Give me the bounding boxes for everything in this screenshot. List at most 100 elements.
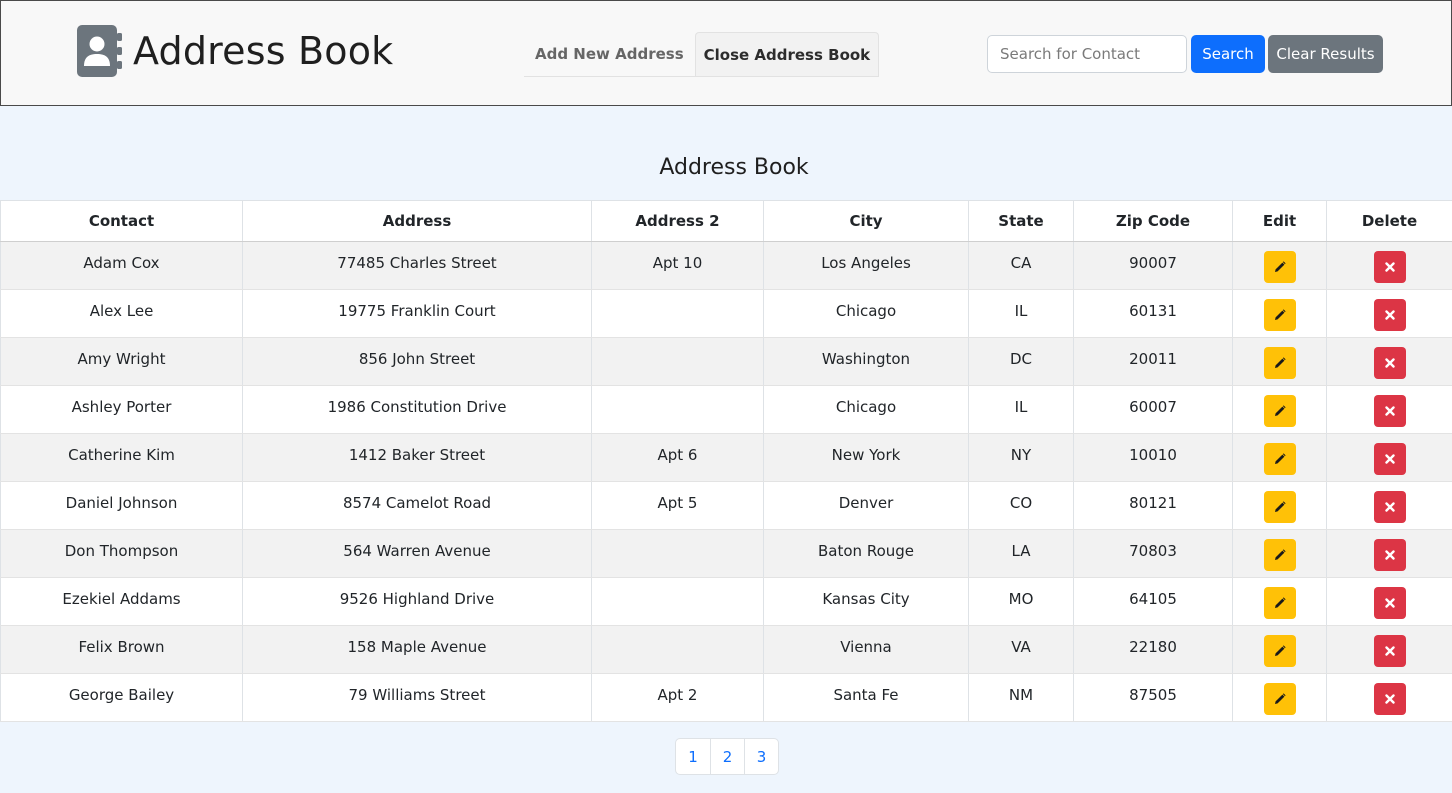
table-body: Adam Cox 77485 Charles Street Apt 10 Los An… bbox=[0, 241, 1452, 722]
column-header-city[interactable]: City bbox=[763, 200, 969, 242]
cell-edit bbox=[1232, 673, 1327, 722]
edit-button[interactable] bbox=[1263, 587, 1296, 619]
page-3-link[interactable]: 3 bbox=[744, 739, 778, 774]
cell-zip-code: 22180 bbox=[1073, 625, 1233, 674]
tab-close-address-book[interactable]: Close Address Book bbox=[694, 32, 880, 76]
cell-address-2: Apt 6 bbox=[591, 433, 764, 482]
delete-button[interactable] bbox=[1373, 635, 1406, 667]
cell-state: LA bbox=[968, 529, 1074, 578]
cell-state: NM bbox=[968, 673, 1074, 722]
table-row: George Bailey 79 Williams Street Apt 2 Sant… bbox=[0, 673, 1452, 722]
edit-button[interactable] bbox=[1263, 683, 1296, 715]
cell-delete bbox=[1326, 289, 1452, 338]
delete-button[interactable] bbox=[1373, 251, 1406, 283]
cell-state: IL bbox=[968, 289, 1074, 338]
cell-zip-code: 20011 bbox=[1073, 337, 1233, 386]
column-header-address[interactable]: Address bbox=[242, 200, 592, 242]
cell-address-2 bbox=[591, 529, 764, 578]
cell-zip-code: 87505 bbox=[1073, 673, 1233, 722]
page-2-link[interactable]: 2 bbox=[710, 739, 744, 774]
close-icon bbox=[1384, 550, 1395, 560]
cell-address-2 bbox=[591, 385, 764, 434]
edit-button[interactable] bbox=[1263, 395, 1296, 427]
delete-button[interactable] bbox=[1373, 347, 1406, 379]
cell-city: Baton Rouge bbox=[763, 529, 969, 578]
cell-delete bbox=[1326, 625, 1452, 674]
brand[interactable]: Address Book bbox=[77, 25, 393, 77]
edit-button[interactable] bbox=[1263, 299, 1296, 331]
cell-city: Chicago bbox=[763, 385, 969, 434]
cell-contact: Alex Lee bbox=[0, 289, 243, 338]
cell-contact: Ashley Porter bbox=[0, 385, 243, 434]
cell-edit bbox=[1232, 433, 1327, 482]
cell-delete bbox=[1326, 673, 1452, 722]
cell-edit bbox=[1232, 289, 1327, 338]
clear-results-button[interactable]: Clear Results bbox=[1268, 35, 1383, 73]
delete-button[interactable] bbox=[1373, 491, 1406, 523]
cell-delete bbox=[1326, 337, 1452, 386]
cell-delete bbox=[1326, 577, 1452, 626]
column-header-contact[interactable]: Contact bbox=[0, 200, 243, 242]
cell-state: MO bbox=[968, 577, 1074, 626]
close-icon bbox=[1384, 598, 1395, 608]
edit-button[interactable] bbox=[1263, 539, 1296, 571]
edit-button[interactable] bbox=[1263, 347, 1296, 379]
cell-edit bbox=[1232, 241, 1327, 290]
cell-delete bbox=[1326, 385, 1452, 434]
pencil-icon bbox=[1274, 645, 1286, 657]
close-icon bbox=[1384, 694, 1395, 704]
edit-button[interactable] bbox=[1263, 491, 1296, 523]
pencil-icon bbox=[1274, 261, 1286, 273]
table-header-row: Contact Address Address 2 City State Zip… bbox=[0, 200, 1452, 242]
delete-button[interactable] bbox=[1373, 395, 1406, 427]
cell-contact: George Bailey bbox=[0, 673, 243, 722]
cell-delete bbox=[1326, 481, 1452, 530]
column-header-zip-code[interactable]: Zip Code bbox=[1073, 200, 1233, 242]
cell-zip-code: 90007 bbox=[1073, 241, 1233, 290]
edit-button[interactable] bbox=[1263, 635, 1296, 667]
cell-address: 1412 Baker Street bbox=[242, 433, 592, 482]
column-header-state[interactable]: State bbox=[968, 200, 1074, 242]
delete-button[interactable] bbox=[1373, 299, 1406, 331]
nav-tabs: Add New Address Close Address Book bbox=[524, 32, 880, 77]
cell-delete bbox=[1326, 433, 1452, 482]
cell-address-2 bbox=[591, 577, 764, 626]
cell-city: Santa Fe bbox=[763, 673, 969, 722]
tab-add-new-address[interactable]: Add New Address bbox=[524, 32, 695, 76]
cell-zip-code: 80121 bbox=[1073, 481, 1233, 530]
navbar: Address Book Add New Address Close Addre… bbox=[0, 0, 1452, 106]
delete-button[interactable] bbox=[1373, 587, 1406, 619]
cell-address-2: Apt 5 bbox=[591, 481, 764, 530]
close-icon bbox=[1384, 310, 1395, 320]
cell-contact: Adam Cox bbox=[0, 241, 243, 290]
cell-contact: Ezekiel Addams bbox=[0, 577, 243, 626]
pencil-icon bbox=[1274, 501, 1286, 513]
column-header-address-2[interactable]: Address 2 bbox=[591, 200, 764, 242]
page-1-link[interactable]: 1 bbox=[676, 739, 710, 774]
cell-zip-code: 10010 bbox=[1073, 433, 1233, 482]
cell-address: 8574 Camelot Road bbox=[242, 481, 592, 530]
cell-state: DC bbox=[968, 337, 1074, 386]
cell-city: Vienna bbox=[763, 625, 969, 674]
table-row: Daniel Johnson 8574 Camelot Road Apt 5 Denv… bbox=[0, 481, 1452, 530]
search-button[interactable]: Search bbox=[1191, 35, 1265, 73]
delete-button[interactable] bbox=[1373, 683, 1406, 715]
cell-contact: Don Thompson bbox=[0, 529, 243, 578]
search-input[interactable] bbox=[987, 35, 1187, 73]
edit-button[interactable] bbox=[1263, 251, 1296, 283]
column-header-delete: Delete bbox=[1326, 200, 1452, 242]
pencil-icon bbox=[1274, 693, 1286, 705]
table-row: Adam Cox 77485 Charles Street Apt 10 Los An… bbox=[0, 241, 1452, 290]
edit-button[interactable] bbox=[1263, 443, 1296, 475]
table-row: Ashley Porter 1986 Constitution Drive Chic… bbox=[0, 385, 1452, 434]
delete-button[interactable] bbox=[1373, 443, 1406, 475]
delete-button[interactable] bbox=[1373, 539, 1406, 571]
cell-city: Los Angeles bbox=[763, 241, 969, 290]
cell-address: 79 Williams Street bbox=[242, 673, 592, 722]
cell-city: New York bbox=[763, 433, 969, 482]
cell-zip-code: 60007 bbox=[1073, 385, 1233, 434]
table-row: Amy Wright 856 John Street Washington DC 200… bbox=[0, 337, 1452, 386]
close-icon bbox=[1384, 502, 1395, 512]
address-table: Contact Address Address 2 City State Zip… bbox=[0, 200, 1452, 722]
cell-contact: Felix Brown bbox=[0, 625, 243, 674]
